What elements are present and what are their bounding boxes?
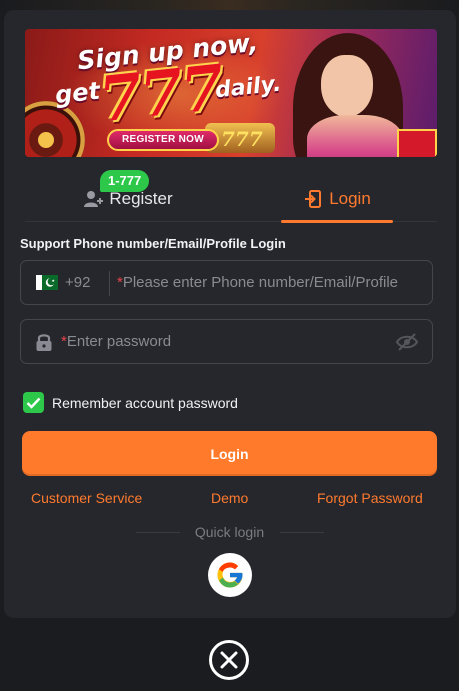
lock-icon [36,334,52,351]
active-tab-indicator [281,220,393,223]
forgot-password-link[interactable]: Forgot Password [317,490,423,506]
auth-tabs: Register 1-777 Login [25,170,437,223]
remember-checkbox[interactable] [23,392,44,413]
remember-password-toggle[interactable]: Remember account password [23,392,238,413]
banner-model-body [307,115,403,157]
country-code[interactable]: +92 [65,274,90,291]
background-strip [0,0,459,10]
google-login-button[interactable] [208,553,252,597]
gift-box-image [397,129,437,157]
remember-label: Remember account password [52,394,238,411]
password-field[interactable]: *Enter password [20,319,433,364]
login-button[interactable]: Login [22,431,437,476]
phone-field[interactable]: +92 *Please enter Phone number/Email/Pro… [20,260,433,305]
login-icon [305,190,322,208]
slot-777-text: 777 [221,127,263,151]
close-icon [220,651,238,669]
add-user-icon [84,191,104,207]
customer-service-link[interactable]: Customer Service [31,490,142,506]
register-now-button[interactable]: REGISTER NOW [107,129,219,151]
banner-model-face [321,55,373,117]
demo-link[interactable]: Demo [211,490,248,506]
tab-login[interactable]: Login [281,176,393,223]
banner-get-text: get [53,76,102,110]
pakistan-flag-icon[interactable] [36,275,58,290]
phone-input-placeholder[interactable]: *Please enter Phone number/Email/Profile [117,274,417,291]
register-bonus-badge: 1-777 [100,170,150,192]
password-input-placeholder[interactable]: *Enter password [61,333,171,350]
phone-placeholder-text: Please enter Phone number/Email/Profile [122,274,398,291]
password-placeholder-text: Enter password [66,333,172,350]
eye-slash-icon[interactable] [395,332,419,352]
banner-number: 777 [95,50,226,137]
support-label: Support Phone number/Email/Profile Login [20,236,286,251]
field-divider [109,271,110,296]
checkmark-icon [26,397,41,409]
tab-login-label: Login [329,189,371,208]
google-icon [217,562,243,588]
quick-login-label: Quick login [194,524,265,540]
promo-banner[interactable]: 777 Sign up now, get 777 daily. REGISTER… [25,29,437,157]
close-button[interactable] [209,640,249,680]
tab-register-label: Register [109,189,173,208]
tab-register[interactable]: Register 1-777 [25,170,231,222]
